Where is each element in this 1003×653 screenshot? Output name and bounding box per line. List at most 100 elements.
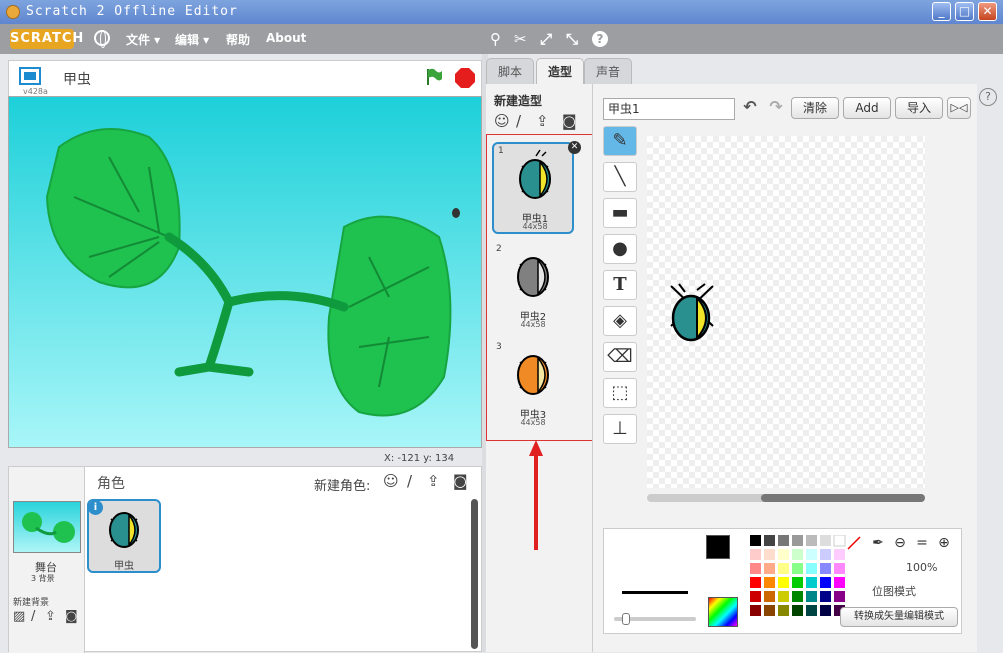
stage-thumbnail[interactable] (13, 501, 81, 553)
costume-item-1[interactable]: 1 ✕ 甲虫1 44x58 (492, 141, 581, 234)
brush-tool-icon[interactable]: ✎ (603, 126, 637, 156)
slider-handle[interactable] (622, 613, 630, 625)
ellipse-tool-icon[interactable]: ● (603, 234, 637, 264)
rectangle-tool-icon[interactable]: ▬ (603, 198, 637, 228)
sprite-library-icon[interactable]: ☺ (383, 472, 399, 490)
stage-drawing (45, 128, 460, 417)
flip-icon[interactable]: ▷◁ (947, 97, 971, 119)
right-strip: ? (977, 84, 1003, 652)
costume-camera-icon[interactable]: ◙ (562, 112, 577, 130)
beetle-canvas-drawing (670, 283, 714, 342)
fullscreen-icon[interactable] (19, 67, 41, 85)
close-button[interactable]: ✕ (978, 2, 997, 21)
backdrop-paint-icon[interactable]: / (31, 609, 35, 624)
maximize-button[interactable]: □ (955, 2, 974, 21)
sprite-tile-beetle[interactable]: i 甲虫 (87, 499, 161, 573)
editor-tabs: 脚本 造型 声音 (486, 54, 1003, 85)
beetle-sprite-on-stage (452, 208, 460, 218)
tab-costumes[interactable]: 造型 (536, 58, 584, 85)
undo-icon[interactable]: ↶ (739, 96, 761, 118)
app-icon (6, 5, 20, 19)
eyedropper-icon[interactable]: ✒ (868, 535, 888, 555)
zoom-in-icon[interactable]: ⊕ (934, 535, 954, 555)
duplicate-stamp-icon[interactable]: ⚲ (490, 30, 501, 48)
new-costume-label: 新建造型 (494, 94, 543, 108)
menu-help[interactable]: 帮助 (226, 31, 250, 48)
beetle-costume-icon (517, 257, 549, 297)
costume-item-2[interactable]: 2 甲虫2 44x58 (492, 242, 574, 334)
costume-size: 44x58 (522, 222, 548, 231)
sprites-header: 角色 (97, 476, 125, 492)
backdrop-camera-icon[interactable]: ◙ (65, 609, 78, 624)
backdrop-library-icon[interactable]: ▨ (13, 609, 25, 624)
canvas-horizontal-scrollbar[interactable] (647, 494, 925, 502)
add-button[interactable]: Add (843, 97, 891, 119)
title-bar: Scratch 2 Offline Editor _ □ ✕ (0, 0, 1003, 24)
costume-size: 44x58 (520, 320, 546, 329)
stage-panel: v428a 甲虫 X: -121 y: 134 (8, 60, 482, 464)
text-tool-icon[interactable]: T (603, 270, 637, 300)
fill-tool-icon[interactable]: ◈ (603, 306, 637, 336)
sprite-panel: 舞台 3 背景 新建背景 ▨ / ⇪ ◙ 角色 新建角色: ☺ / ⇪ ◙ i … (8, 466, 482, 653)
sprite-camera-icon[interactable]: ◙ (453, 472, 468, 490)
scrollbar-thumb[interactable] (761, 494, 925, 502)
sprite-paint-icon[interactable]: / (407, 472, 412, 490)
language-globe-icon[interactable] (94, 30, 110, 48)
primary-color-swatch[interactable] (706, 535, 730, 559)
stroke-width-slider[interactable] (614, 613, 696, 625)
paint-canvas[interactable] (647, 136, 925, 488)
menu-about[interactable]: About (266, 31, 306, 45)
delete-scissors-icon[interactable]: ✂ (514, 30, 527, 48)
costume-upload-icon[interactable]: ⇪ (536, 112, 549, 130)
costume-paint-icon[interactable]: / (516, 112, 521, 130)
color-picker-swatch[interactable] (708, 597, 738, 627)
sprite-list-scrollbar[interactable] (471, 499, 478, 649)
new-backdrop-label: 新建背景 (13, 598, 50, 608)
tab-sounds[interactable]: 声音 (584, 58, 632, 84)
mouse-coordinates: X: -121 y: 134 (384, 453, 455, 464)
minimize-button[interactable]: _ (932, 2, 951, 21)
version-label: v428a (23, 87, 48, 96)
beetle-costume-icon (517, 355, 549, 395)
stage-canvas[interactable] (8, 96, 482, 448)
costume-library-icon[interactable]: ☺ (494, 112, 510, 130)
select-tool-icon[interactable]: ⬚ (603, 378, 637, 408)
convert-to-vector-button[interactable]: 转换成矢量编辑模式 (840, 607, 958, 627)
import-button[interactable]: 导入 (895, 97, 943, 119)
zoom-reset-icon[interactable]: = (912, 535, 932, 555)
zoom-level: 100% (906, 561, 938, 574)
clear-button[interactable]: 清除 (791, 97, 839, 119)
backdrop-upload-icon[interactable]: ⇪ (45, 609, 56, 624)
shrink-icon[interactable]: ⤡ (566, 30, 578, 48)
scratch-logo[interactable]: SCRATCH (10, 29, 83, 49)
grow-icon[interactable]: ⤢ (540, 30, 552, 48)
help-icon[interactable]: ? (979, 88, 997, 106)
menu-file[interactable]: 文件 ▾ (126, 31, 160, 48)
beetle-costume-icon (519, 149, 551, 199)
menu-edit[interactable]: 编辑 ▾ (175, 31, 209, 48)
sprite-tile-name: 甲虫 (114, 561, 134, 572)
costume-name-input[interactable]: 甲虫1 (603, 98, 735, 120)
window-title: Scratch 2 Offline Editor (26, 4, 238, 19)
stage-header: v428a 甲虫 (8, 60, 482, 96)
current-sprite-name: 甲虫 (63, 72, 91, 88)
sprite-upload-icon[interactable]: ⇪ (427, 472, 440, 490)
green-flag-icon[interactable] (425, 68, 443, 86)
line-tool-icon[interactable]: ╲ (603, 162, 637, 192)
paint-editor: 甲虫1 ↶ ↷ 清除 Add 导入 ▷◁ ✎ ╲ ▬ ● T ◈ ⌫ ⬚ ⊥ ✒… (592, 84, 977, 652)
menu-bar: SCRATCH 文件 ▾ 编辑 ▾ 帮助 About ⚲ ✂ ⤢ ⤡ ? (0, 24, 1003, 54)
eraser-tool-icon[interactable]: ⌫ (603, 342, 637, 372)
stage-thumbnail-area: 舞台 3 背景 新建背景 ▨ / ⇪ ◙ (9, 467, 85, 653)
stop-icon[interactable] (455, 68, 475, 88)
annotation-arrow (529, 440, 543, 550)
stage-backdrop-count: 3 背景 (31, 574, 55, 583)
redo-icon[interactable]: ↷ (765, 96, 787, 118)
stamp-tool-icon[interactable]: ⊥ (603, 414, 637, 444)
color-palette-area: ✒ ⊖ = ⊕ 100% 位图模式 转换成矢量编辑模式 (603, 528, 962, 634)
tab-scripts[interactable]: 脚本 (486, 58, 534, 84)
new-sprite-label: 新建角色: (314, 479, 371, 494)
bitmap-mode-label: 位图模式 (872, 585, 916, 598)
costume-item-3[interactable]: 3 甲虫3 44x58 (492, 340, 574, 432)
zoom-out-icon[interactable]: ⊖ (890, 535, 910, 555)
block-help-icon[interactable]: ? (592, 31, 608, 47)
